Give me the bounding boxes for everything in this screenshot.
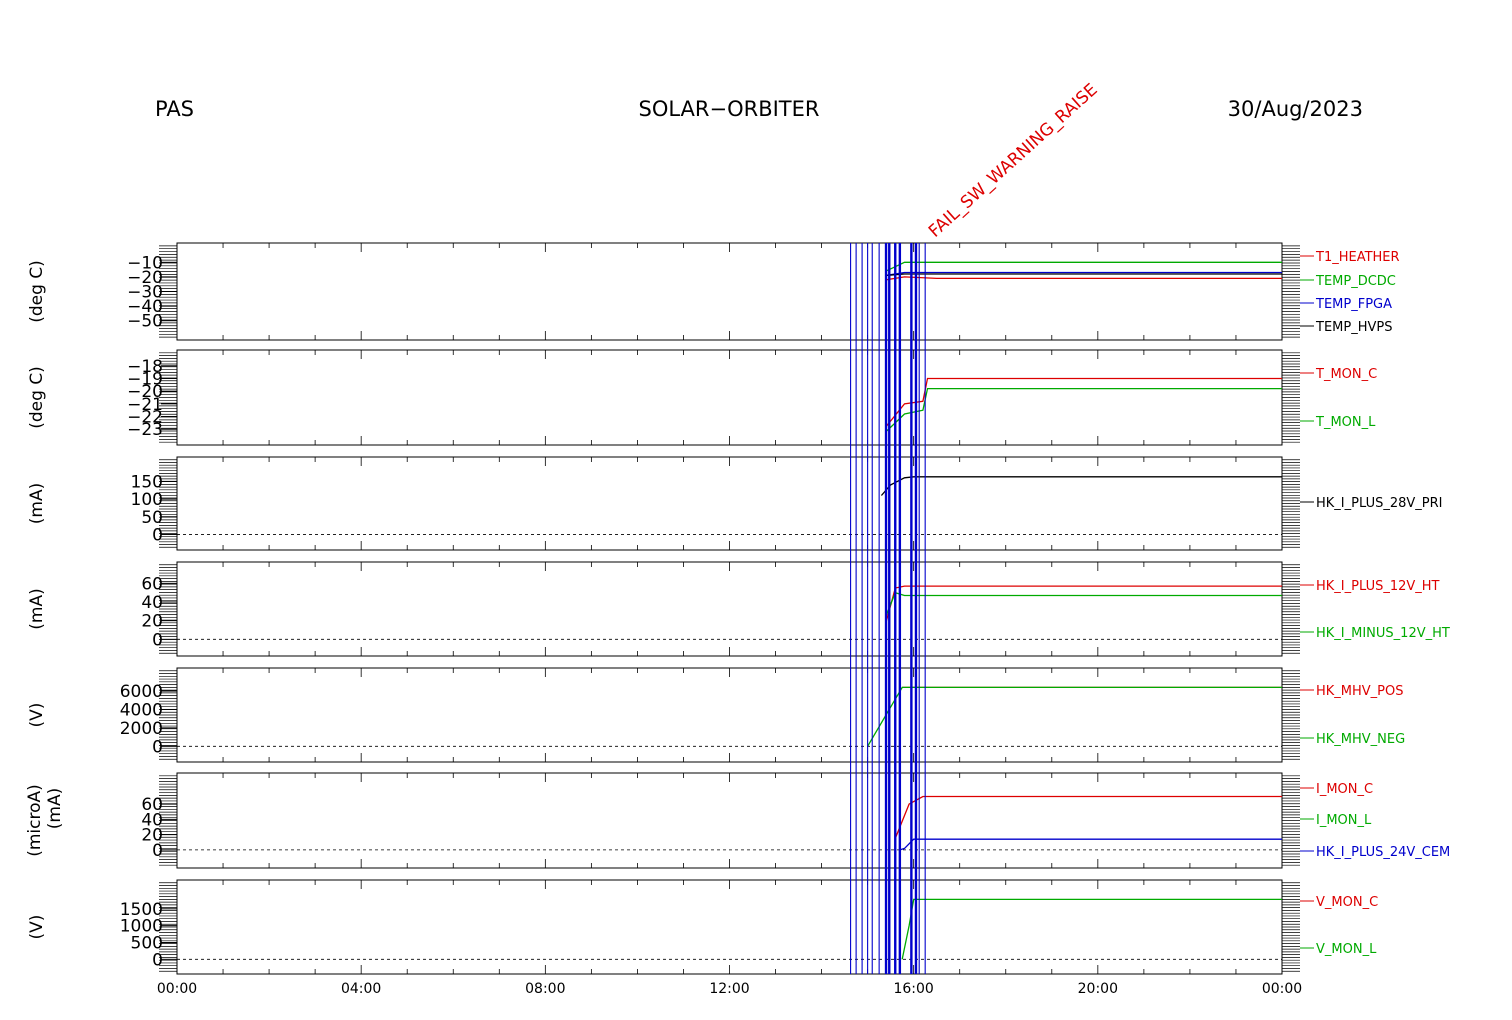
panel-2: −18−19−20−21−22−23(deg C) T_MON_CT_MON_L — [27, 349, 1377, 446]
legend-label: HK_I_PLUS_24V_CEM — [1316, 845, 1450, 860]
x-tick-label: 20:00 — [1078, 981, 1118, 997]
y-axis-label: (V) — [27, 915, 47, 940]
x-tick-label: 08:00 — [525, 981, 565, 997]
panel-1: −10−20−30−40−50(deg C)T1_HEATHERTEMP_DCD… — [27, 242, 1400, 341]
y-axis-label: (deg C) — [27, 366, 47, 429]
panel-3: 150100500(mA) HK_I_PLUS_28V_PRI — [27, 456, 1442, 551]
panel-frame — [176, 561, 1283, 657]
header-mission: SOLAR−ORBITER — [638, 97, 819, 121]
housekeeping-chart: PAS SOLAR−ORBITER 30/Aug/2023 −10−20−30−… — [25, 80, 1450, 997]
panel-frame — [176, 349, 1283, 446]
legend-label: TEMP_FPGA — [1315, 297, 1392, 312]
legend-label: I_MON_L — [1316, 813, 1372, 828]
series-line — [894, 795, 1282, 839]
legend-label: HK_I_PLUS_28V_PRI — [1316, 496, 1442, 511]
legend-label: HK_I_MINUS_12V_HT — [1316, 626, 1450, 641]
panel-frame — [176, 879, 1283, 975]
series-line — [885, 273, 1282, 277]
y-tick-label: 0 — [152, 841, 163, 861]
legend-label: V_MON_L — [1316, 942, 1377, 957]
x-tick-label: 00:00 — [157, 981, 197, 997]
legend-label: HK_MHV_POS — [1316, 684, 1404, 699]
series-line — [885, 387, 1282, 433]
header-instrument: PAS — [155, 97, 194, 121]
panel-frame — [176, 772, 1283, 869]
y-tick-label: −23 — [127, 420, 163, 440]
series-line — [885, 585, 1282, 623]
x-tick-label: 00:00 — [1262, 981, 1302, 997]
y-tick-label: 0 — [152, 630, 163, 650]
y-tick-label: 0 — [152, 525, 163, 545]
x-tick-label: 12:00 — [709, 981, 749, 997]
legend-label: I_MON_C — [1316, 782, 1373, 797]
series-line — [880, 476, 1282, 496]
legend-label: HK_MHV_NEG — [1316, 732, 1405, 747]
y-tick-label: 0 — [152, 737, 163, 757]
y-axis-label: (mA) — [27, 588, 47, 629]
legend-label: T1_HEATHER — [1315, 250, 1400, 265]
legend-label: HK_I_PLUS_12V_HT — [1316, 579, 1440, 594]
series-line — [899, 838, 1282, 851]
y-axis-label: (mA) — [27, 483, 47, 524]
y-axis-label-2: (mA) — [45, 788, 65, 829]
series-line — [885, 276, 1282, 281]
y-tick-label: 40 — [141, 593, 163, 613]
header-date: 30/Aug/2023 — [1228, 97, 1363, 121]
legend-label: TEMP_DCDC — [1315, 274, 1396, 289]
x-tick-label: 16:00 — [893, 981, 933, 997]
panel-7: 150010005000(V)V_MON_CV_MON_L — [27, 879, 1378, 975]
panel-frame — [176, 242, 1283, 341]
legend-label: TEMP_HVPS — [1315, 320, 1392, 335]
y-axis-label: (microA) — [25, 784, 45, 857]
y-tick-label: 2000 — [120, 719, 163, 739]
y-tick-label: −50 — [127, 312, 163, 332]
y-tick-label: 20 — [141, 612, 163, 632]
series-line — [885, 377, 1282, 428]
y-tick-label: 6000 — [120, 682, 163, 702]
panel-6: 6040200(microA) (mA) I_MON_CI_MON_LHK_I_PL… — [25, 772, 1450, 869]
y-axis-label: (V) — [27, 703, 47, 728]
y-axis-label: (deg C) — [27, 260, 47, 323]
series-line — [885, 591, 1282, 617]
legend-label: T_MON_L — [1315, 415, 1376, 430]
x-axis: 00:00 04:00 08:00 12:00 16:00 20:00 00:00 — [157, 981, 1302, 997]
legend-label: T_MON_C — [1315, 367, 1377, 382]
y-tick-label: 4000 — [120, 700, 163, 720]
panel-frame — [176, 456, 1283, 551]
panels-group: −10−20−30−40−50(deg C)T1_HEATHERTEMP_DCD… — [25, 242, 1450, 975]
series-line — [901, 898, 1282, 960]
series-line — [867, 686, 1282, 747]
annotations-group: FAIL_SW_WARNING_RAISE — [925, 80, 1102, 242]
x-tick-label: 04:00 — [341, 981, 381, 997]
annotation-label: FAIL_SW_WARNING_RAISE — [925, 80, 1102, 242]
legend-label: V_MON_C — [1316, 895, 1378, 910]
y-tick-label: 0 — [152, 950, 163, 970]
panel-frame — [176, 667, 1283, 763]
panel-5: 6000400020000 (V) HK_MHV_POS HK_MHV_NEG — [27, 667, 1405, 763]
series-line — [885, 261, 1282, 272]
y-tick-label: 60 — [141, 574, 163, 594]
panel-4: 6040200 (mA) HK_I_PLUS_12V_HT HK_I_MINUS_12… — [27, 561, 1450, 657]
